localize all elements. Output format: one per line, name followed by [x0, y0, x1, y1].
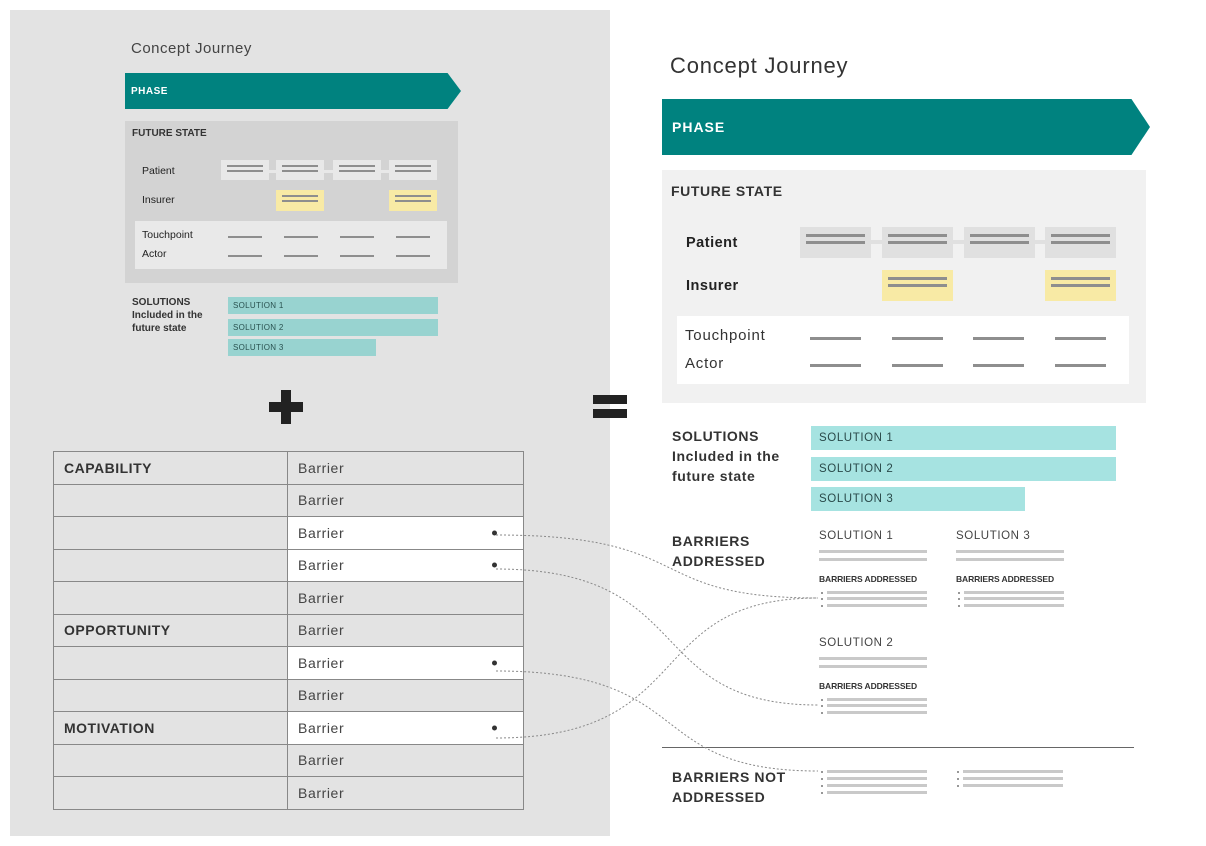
- connector-line: [495, 597, 819, 739]
- connector-line: [495, 670, 819, 772]
- connector-line: [495, 534, 819, 599]
- barrier-connectors: [495, 534, 819, 772]
- connector-line: [495, 568, 819, 706]
